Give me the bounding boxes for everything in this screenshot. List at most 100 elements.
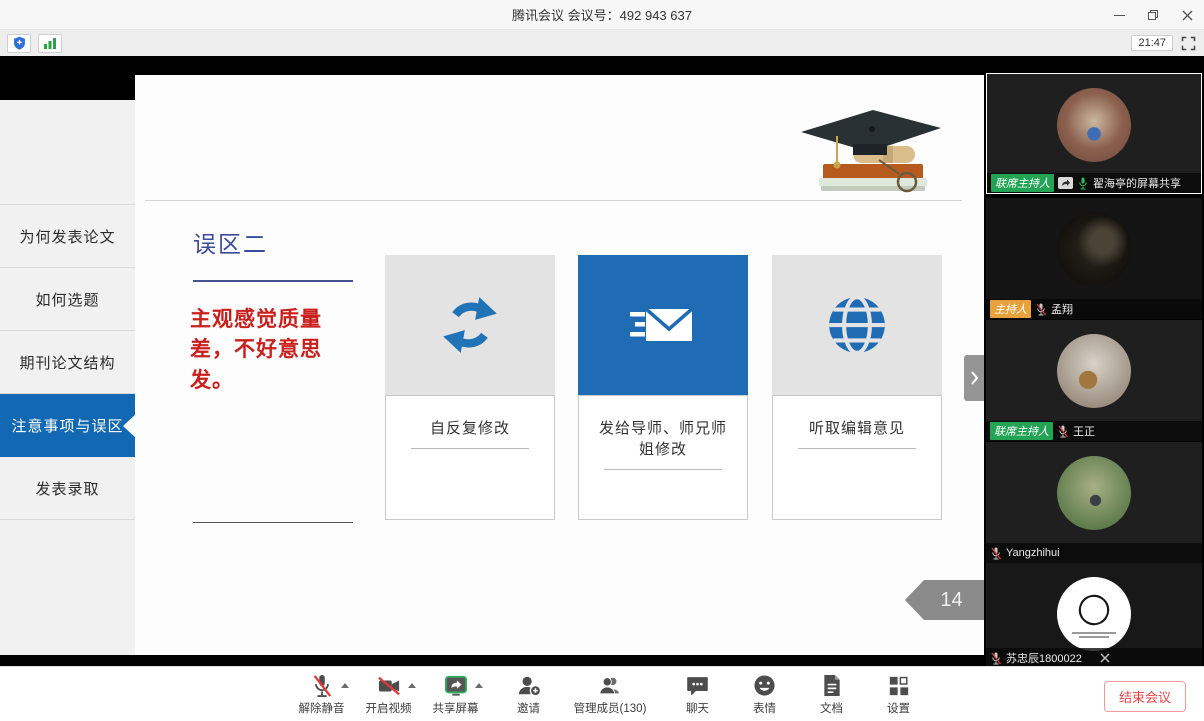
mic-options-caret[interactable] bbox=[341, 683, 349, 688]
card-send-to-mentor: 发给导师、师兄师姐修改 bbox=[578, 255, 748, 520]
chat-button[interactable]: 聊天 bbox=[669, 672, 726, 716]
video-tile-participant-logo[interactable]: 苏忠辰1800022 bbox=[986, 563, 1202, 666]
card-rule bbox=[798, 448, 916, 449]
toolbar-group: 解除静音 开启视频 bbox=[293, 672, 927, 716]
participant-video-panel: 联席主持人 翟海亭的屏幕共享 主持人 bbox=[984, 56, 1204, 666]
network-status-button[interactable] bbox=[38, 34, 62, 53]
emoji-button[interactable]: 表情 bbox=[736, 672, 793, 716]
invite-icon bbox=[517, 674, 541, 698]
video-tile-sharer[interactable]: 联席主持人 翟海亭的屏幕共享 bbox=[986, 73, 1202, 194]
titlebar: 腾讯会议 会议号：492 943 637 bbox=[0, 0, 1204, 30]
settings-button[interactable]: 设置 bbox=[870, 672, 927, 716]
participant-name: 苏忠辰1800022 bbox=[1006, 650, 1082, 666]
window-title: 腾讯会议 会议号：492 943 637 bbox=[512, 5, 692, 24]
slide-nav-item-acceptance: 发表录取 bbox=[0, 457, 135, 520]
card-rule bbox=[411, 448, 529, 449]
shared-presentation: 为何发表论文 如何选题 期刊论文结构 注意事项与误区 发表录取 bbox=[0, 75, 984, 655]
send-mail-icon bbox=[628, 299, 698, 351]
share-options-caret[interactable] bbox=[475, 683, 483, 688]
slide-nav-item-topic: 如何选题 bbox=[0, 268, 135, 331]
minimize-icon bbox=[1114, 15, 1125, 16]
tile-namebar: 主持人 孟翔 bbox=[986, 299, 1202, 319]
globe-icon bbox=[824, 292, 890, 358]
avatar bbox=[1057, 88, 1131, 162]
video-options-caret[interactable] bbox=[408, 683, 416, 688]
invite-button[interactable]: 邀请 bbox=[500, 672, 557, 716]
slide-heading-rule bbox=[193, 280, 353, 282]
card-self-revision: 自反复修改 bbox=[385, 255, 555, 520]
mic-muted-icon bbox=[1035, 303, 1047, 316]
end-meeting-button[interactable]: 结束会议 bbox=[1104, 681, 1186, 712]
security-shield-button[interactable] bbox=[7, 34, 31, 53]
docs-button[interactable]: 文档 bbox=[803, 672, 860, 716]
slide-heading: 误区二 bbox=[193, 225, 268, 259]
slide-nav-item-why-publish: 为何发表论文 bbox=[0, 205, 135, 268]
avatar bbox=[1057, 212, 1131, 286]
recycle-arrows-icon bbox=[437, 292, 503, 358]
participant-name: 孟翔 bbox=[1051, 301, 1073, 317]
logo-caption-line bbox=[1072, 632, 1116, 634]
close-icon bbox=[1182, 10, 1193, 21]
slide-page-number-tag: 14 bbox=[905, 580, 984, 620]
meeting-toolbar: 解除静音 开启视频 bbox=[0, 666, 1204, 721]
avatar bbox=[1057, 456, 1131, 530]
video-tile-cohost2[interactable]: 联席主持人 王正 bbox=[986, 320, 1202, 441]
participant-name: 王正 bbox=[1073, 423, 1095, 439]
card-label: 自反复修改 bbox=[430, 418, 510, 439]
tile-namebar: 联席主持人 王正 bbox=[986, 421, 1202, 441]
slide-note-rule bbox=[193, 522, 353, 523]
slide-page-number: 14 bbox=[940, 589, 962, 612]
avatar bbox=[1057, 334, 1131, 408]
mic-muted-icon bbox=[990, 547, 1002, 560]
share-screen-button[interactable]: 共享屏幕 bbox=[427, 672, 484, 716]
members-icon bbox=[598, 674, 622, 698]
share-screen-icon bbox=[444, 675, 468, 697]
tile-namebar: 联席主持人 翟海亭的屏幕共享 bbox=[987, 173, 1201, 193]
manage-members-button[interactable]: 管理成员(130) bbox=[567, 672, 653, 716]
chat-icon bbox=[686, 675, 709, 697]
screen-share-icon bbox=[1058, 177, 1073, 189]
restore-icon bbox=[1148, 10, 1158, 20]
cohost-badge: 联席主持人 bbox=[991, 174, 1054, 192]
mic-on-icon bbox=[1077, 177, 1089, 190]
emoji-icon bbox=[753, 674, 776, 697]
tile-namebar: Yangzhihui bbox=[986, 543, 1202, 563]
close-button[interactable] bbox=[1170, 0, 1204, 30]
x-mark-icon bbox=[1100, 653, 1110, 663]
nav-spacer bbox=[0, 100, 135, 205]
video-tile-host[interactable]: 主持人 孟翔 bbox=[986, 198, 1202, 319]
fullscreen-button[interactable] bbox=[1181, 36, 1196, 51]
slide-content: 误区二 主观感觉质量差，不好意思发。 自反复修改 bbox=[135, 75, 984, 655]
minimize-button[interactable] bbox=[1102, 0, 1136, 30]
mic-muted-icon bbox=[990, 652, 1002, 665]
video-tile-participant[interactable]: Yangzhihui bbox=[986, 442, 1202, 563]
shield-icon bbox=[13, 36, 26, 50]
slide-nav-column: 为何发表论文 如何选题 期刊论文结构 注意事项与误区 发表录取 bbox=[0, 100, 135, 655]
slide-nav-item-structure: 期刊论文结构 bbox=[0, 331, 135, 394]
slide-note-text: 主观感觉质量差，不好意思发。 bbox=[190, 305, 350, 396]
settings-icon bbox=[888, 675, 910, 697]
collapse-video-panel-button[interactable] bbox=[964, 355, 984, 401]
restore-button[interactable] bbox=[1136, 0, 1170, 30]
unmute-button[interactable]: 解除静音 bbox=[293, 672, 350, 716]
document-icon bbox=[822, 674, 842, 697]
tile-namebar: 苏忠辰1800022 bbox=[986, 648, 1202, 666]
mic-muted-icon bbox=[1057, 425, 1069, 438]
participant-name: 翟海亭的屏幕共享 bbox=[1093, 175, 1181, 191]
swirl-logo-icon bbox=[1074, 590, 1114, 630]
card-label: 发给导师、师兄师姐修改 bbox=[599, 418, 727, 460]
mic-muted-icon bbox=[311, 674, 333, 698]
camera-off-icon bbox=[377, 675, 401, 697]
graduation-cap-image bbox=[795, 100, 945, 200]
logo-caption-line bbox=[1079, 636, 1109, 638]
slide-nav-item-cautions-active: 注意事项与误区 bbox=[0, 394, 135, 457]
slide-header-rule bbox=[145, 200, 962, 201]
chevron-right-icon bbox=[970, 371, 979, 385]
meeting-info-bar: 21:47 bbox=[0, 30, 1204, 56]
college-logo-avatar bbox=[1057, 577, 1131, 651]
meeting-timer: 21:47 bbox=[1131, 35, 1173, 51]
card-rule bbox=[604, 469, 722, 470]
cohost-badge: 联席主持人 bbox=[990, 422, 1053, 440]
window-controls bbox=[1102, 0, 1204, 30]
start-video-button[interactable]: 开启视频 bbox=[360, 672, 417, 716]
